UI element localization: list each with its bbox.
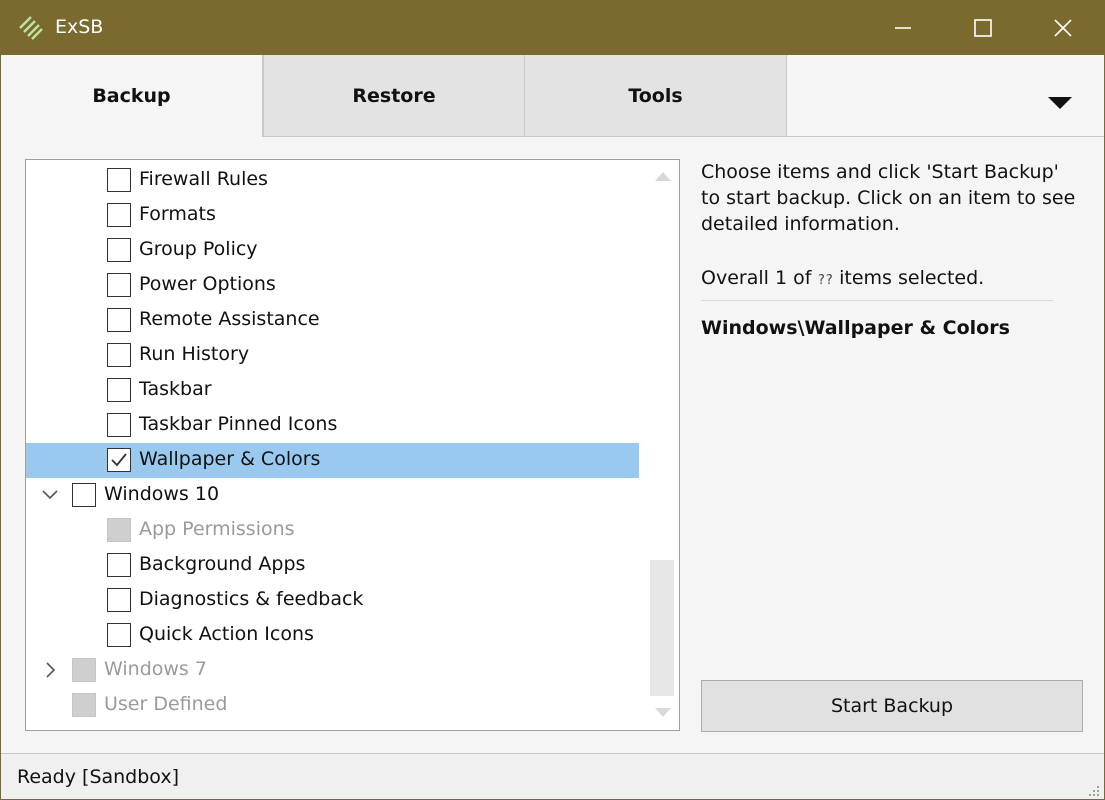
selection-count-total: ??	[817, 273, 834, 288]
close-icon	[1054, 19, 1072, 37]
tab-strip-filler	[787, 55, 1104, 137]
tree-item[interactable]: Background Apps	[26, 548, 639, 583]
tree-item[interactable]: Windows 10	[26, 478, 639, 513]
checkbox[interactable]	[107, 378, 131, 402]
chevron-right-icon[interactable]	[40, 660, 60, 680]
chevron-down-icon[interactable]	[40, 485, 60, 505]
backup-panel: Firewall Rules Formats Group Policy Power O…	[1, 137, 1104, 753]
selection-count-suffix: items selected.	[833, 267, 985, 289]
tab-tools[interactable]: Tools	[525, 55, 787, 137]
selection-count-prefix: Overall 1 of	[701, 267, 818, 289]
tree-item-label: Wallpaper & Colors	[139, 448, 321, 470]
scroll-up-icon[interactable]	[655, 172, 671, 181]
window-title: ExSB	[55, 16, 104, 38]
checkbox-checked[interactable]	[107, 448, 131, 472]
checkbox[interactable]	[107, 553, 131, 577]
info-description: Choose items and click 'Start Backup' to…	[701, 161, 1076, 235]
checkbox[interactable]	[72, 483, 96, 507]
tree-item[interactable]: Firewall Rules	[26, 163, 639, 198]
tree-item[interactable]: Wallpaper & Colors	[26, 443, 639, 478]
start-backup-button[interactable]: Start Backup	[701, 680, 1083, 732]
tab-strip: Backup Restore Tools	[1, 55, 1104, 137]
minimize-button[interactable]	[863, 1, 943, 55]
status-bar: Ready [Sandbox]	[1, 753, 1104, 799]
tree-item[interactable]: Taskbar	[26, 373, 639, 408]
tree-item[interactable]: User Defined	[26, 688, 639, 723]
scroll-thumb[interactable]	[650, 560, 674, 696]
tree-item[interactable]: App Permissions	[26, 513, 639, 548]
backup-items-tree[interactable]: Firewall Rules Formats Group Policy Power O…	[25, 159, 680, 731]
tree-item-label: Formats	[139, 203, 216, 225]
checkmark-icon	[111, 453, 127, 467]
tree-item[interactable]: Run History	[26, 338, 639, 373]
checkbox	[107, 518, 131, 542]
selection-count: Overall 1 of ?? items selected.	[701, 265, 1081, 294]
checkbox[interactable]	[107, 308, 131, 332]
tree-item[interactable]: Remote Assistance	[26, 303, 639, 338]
checkbox[interactable]	[107, 588, 131, 612]
tree-item-label: Quick Action Icons	[139, 623, 314, 645]
selected-item-path: Windows\Wallpaper & Colors	[701, 317, 1010, 339]
tree-item-label: Background Apps	[139, 553, 306, 575]
tree-item[interactable]: Group Policy	[26, 233, 639, 268]
tree-item-label: Diagnostics & feedback	[139, 588, 364, 610]
tree-item-label: Windows 10	[104, 483, 220, 505]
tab-restore[interactable]: Restore	[263, 55, 525, 137]
tree-item-label: User Defined	[104, 693, 228, 715]
tree-item-label: Taskbar	[139, 378, 212, 400]
checkbox[interactable]	[107, 343, 131, 367]
tab-backup[interactable]: Backup	[1, 55, 263, 137]
checkbox[interactable]	[107, 203, 131, 227]
checkbox	[72, 658, 96, 682]
checkbox[interactable]	[107, 273, 131, 297]
menu-dropdown-icon[interactable]	[1048, 97, 1072, 109]
app-window: ExSB Backup Restore Tools Firewall Rules…	[0, 0, 1105, 800]
maximize-icon	[974, 19, 992, 37]
tree-item[interactable]: Windows 7	[26, 653, 639, 688]
scroll-down-icon[interactable]	[655, 708, 671, 717]
checkbox[interactable]	[107, 623, 131, 647]
checkbox[interactable]	[107, 413, 131, 437]
title-bar[interactable]: ExSB	[1, 1, 1104, 55]
tree-item-label: Remote Assistance	[139, 308, 320, 330]
tree-item-label: Windows 7	[104, 658, 207, 680]
tree-item[interactable]: Diagnostics & feedback	[26, 583, 639, 618]
checkbox[interactable]	[107, 238, 131, 262]
minimize-icon	[895, 27, 911, 29]
tree-item[interactable]: Power Options	[26, 268, 639, 303]
checkbox	[72, 693, 96, 717]
resize-grip-icon[interactable]	[1087, 784, 1101, 798]
tree-item-label: Group Policy	[139, 238, 258, 260]
info-divider	[701, 300, 1053, 301]
app-logo-icon	[19, 16, 43, 40]
close-button[interactable]	[1023, 1, 1103, 55]
tree-item-label: App Permissions	[139, 518, 295, 540]
tree-item-label: Taskbar Pinned Icons	[139, 413, 338, 435]
tree-item-label: Firewall Rules	[139, 168, 268, 190]
tree-item-label: Run History	[139, 343, 250, 365]
tree-item[interactable]: Quick Action Icons	[26, 618, 639, 653]
maximize-button[interactable]	[943, 1, 1023, 55]
tree-scrollbar[interactable]	[645, 160, 679, 730]
status-text: Ready [Sandbox]	[17, 766, 180, 788]
tree-item-label: Power Options	[139, 273, 276, 295]
tree-item[interactable]: Taskbar Pinned Icons	[26, 408, 639, 443]
checkbox[interactable]	[107, 168, 131, 192]
tree-item[interactable]: Formats	[26, 198, 639, 233]
